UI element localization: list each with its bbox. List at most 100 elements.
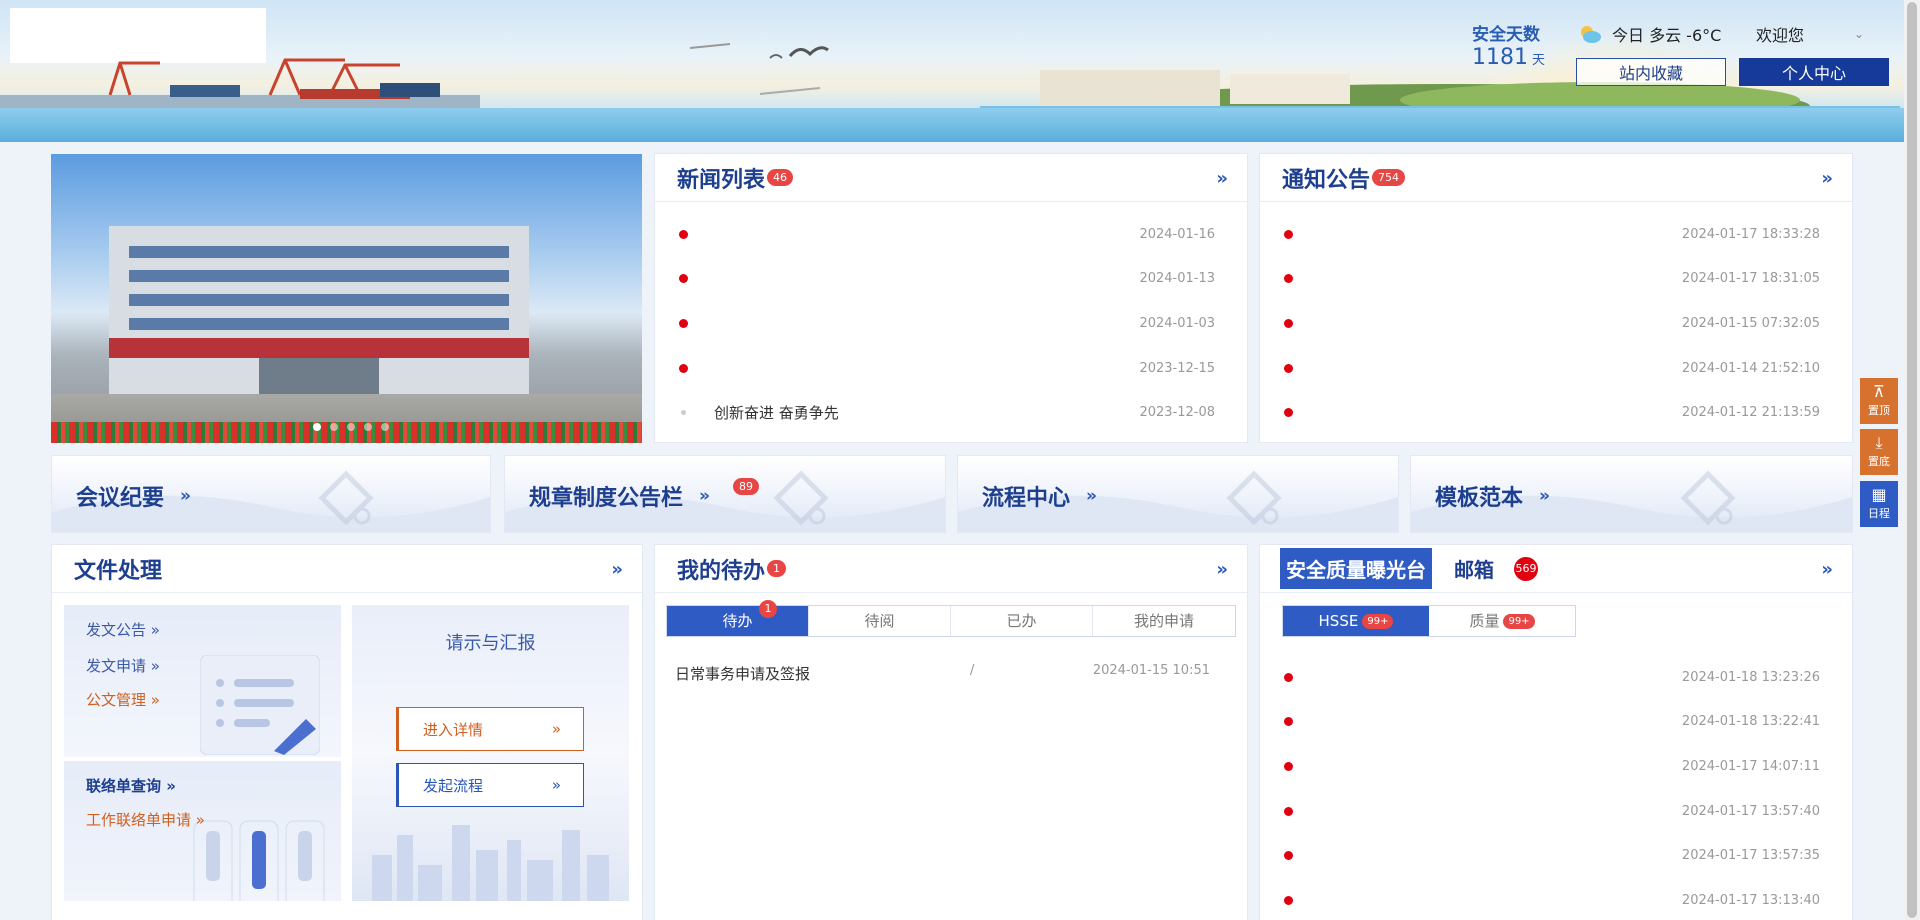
enter-detail-button[interactable]: 进入详情»	[396, 707, 584, 751]
list-item[interactable]: 2024-01-17 18:33:28	[1260, 212, 1852, 257]
todo-item-sender: /	[970, 663, 975, 678]
quality-item-date: 2024-01-17 14:07:11	[1681, 758, 1820, 774]
mailbox-count-badge: 569	[1514, 556, 1538, 581]
issue-notice-link[interactable]: 发文公告 »	[86, 619, 160, 640]
list-item[interactable]: 2023-12-15	[655, 346, 1247, 391]
double-chevron-right-icon: »	[1539, 486, 1550, 506]
list-item[interactable]: 2024-01-17 18:31:05	[1260, 257, 1852, 302]
contact-query-link[interactable]: 联络单查询 »	[86, 775, 176, 796]
news-item-title: 创新奋进 奋勇争先	[714, 404, 839, 423]
carousel-dot[interactable]	[330, 423, 338, 431]
todo-item-date: 2024-01-15 10:51	[1092, 663, 1210, 678]
notice-title[interactable]: 通知公告	[1282, 162, 1370, 194]
quality-item-date: 2024-01-17 13:13:40	[1681, 892, 1820, 908]
file-more-icon[interactable]: »	[611, 559, 623, 580]
list-item[interactable]: 2024-01-16	[655, 212, 1247, 257]
start-process-button[interactable]: 发起流程»	[396, 763, 584, 807]
issue-apply-link[interactable]: 发文申请 »	[86, 655, 160, 676]
list-item[interactable]: 2024-01-15 07:32:05	[1260, 301, 1852, 346]
tab-done[interactable]: 已办	[951, 606, 1093, 636]
bullet-icon	[1284, 229, 1293, 239]
water-band	[0, 108, 1904, 142]
quality-subtabs: HSSE 99+ 质量 99+	[1282, 605, 1576, 637]
table-row[interactable]: 日常事务申请及签报 / 2024-01-15 10:51	[675, 663, 1210, 684]
list-item[interactable]: 2024-01-14 21:52:10	[1260, 346, 1852, 391]
scrollbar[interactable]	[1904, 0, 1920, 920]
news-card: 新闻列表 46 » 2024-01-16 2024-01-13 2024-01-…	[654, 153, 1248, 443]
rules-banner[interactable]: 规章制度公告栏 » 89	[504, 455, 946, 533]
bullet-icon	[1284, 895, 1293, 905]
bullet-icon	[679, 318, 688, 328]
bullet-icon	[1284, 717, 1293, 727]
quality-item-date: 2024-01-17 13:57:40	[1681, 803, 1820, 819]
welcome-text: 欢迎您	[1756, 26, 1805, 45]
document-manage-link[interactable]: 公文管理 »	[86, 689, 160, 710]
arrow-to-top-icon: ⊼	[1873, 382, 1885, 401]
tab-quality-exposure[interactable]: 安全质量曝光台	[1280, 548, 1432, 589]
list-item[interactable]: 2024-01-18 13:22:41	[1260, 700, 1852, 745]
list-item[interactable]: 2024-01-17 13:13:40	[1260, 878, 1852, 920]
port-cranes-illustration	[0, 58, 480, 111]
scroll-top-button[interactable]: ⊼ 置顶	[1860, 378, 1898, 424]
todo-more-icon[interactable]: »	[1216, 559, 1228, 580]
double-chevron-right-icon: »	[150, 691, 160, 709]
news-title[interactable]: 新闻列表	[677, 162, 765, 194]
rules-count-badge: 89	[733, 478, 759, 495]
template-banner[interactable]: 模板范本 »	[1410, 455, 1853, 533]
contact-apply-link[interactable]: 工作联络单申请 »	[86, 809, 205, 830]
scrollbar-thumb[interactable]	[1907, 2, 1917, 918]
personal-center-button[interactable]: 个人中心	[1739, 58, 1889, 86]
list-item[interactable]: 2024-01-03	[655, 301, 1247, 346]
notice-item-date: 2024-01-15 07:32:05	[1681, 315, 1820, 331]
tab-quality[interactable]: 质量 99+	[1429, 606, 1575, 636]
calendar-button[interactable]: ▦ 日程	[1860, 481, 1898, 527]
bullet-icon	[1284, 318, 1293, 328]
notice-count-badge: 754	[1372, 169, 1406, 186]
tab-mailbox[interactable]: 邮箱	[1454, 554, 1494, 583]
list-item[interactable]: 2024-01-13	[655, 257, 1247, 302]
carousel-dot[interactable]	[364, 423, 372, 431]
tab-pending[interactable]: 待办 1	[667, 600, 809, 636]
notice-item-date: 2024-01-17 18:31:05	[1681, 271, 1820, 287]
list-item[interactable]: 2024-01-17 13:57:35	[1260, 833, 1852, 878]
meeting-minutes-banner[interactable]: 会议纪要 »	[51, 455, 491, 533]
list-item[interactable]: 2024-01-17 13:57:40	[1260, 789, 1852, 834]
news-item-date: 2024-01-13	[1139, 271, 1215, 287]
partly-cloudy-icon	[1578, 24, 1602, 44]
file-processing-title[interactable]: 文件处理	[74, 553, 162, 585]
carousel-dot[interactable]	[381, 423, 389, 431]
carousel-dot[interactable]	[313, 423, 321, 431]
bullet-icon	[681, 410, 686, 416]
tab-hsse[interactable]: HSSE 99+	[1283, 606, 1429, 636]
tab-my-applications[interactable]: 我的申请	[1093, 606, 1235, 636]
photo-carousel[interactable]	[51, 154, 642, 443]
todo-title[interactable]: 我的待办	[677, 553, 765, 585]
list-item[interactable]: 2024-01-12 21:13:59	[1260, 390, 1852, 435]
notice-item-date: 2024-01-17 18:33:28	[1681, 226, 1820, 242]
diamond-gear-icon	[318, 470, 374, 526]
tab-to-read[interactable]: 待阅	[809, 606, 951, 636]
process-center-banner[interactable]: 流程中心 »	[957, 455, 1399, 533]
notice-header: 通知公告 754 »	[1260, 154, 1852, 202]
quality-item-date: 2024-01-18 13:23:26	[1681, 669, 1820, 685]
carousel-dot[interactable]	[347, 423, 355, 431]
scroll-bottom-button[interactable]: ⤓ 置底	[1860, 429, 1898, 475]
news-more-icon[interactable]: »	[1216, 168, 1228, 189]
quality-more-icon[interactable]: »	[1821, 559, 1833, 580]
notice-more-icon[interactable]: »	[1821, 168, 1833, 189]
quality-card: 安全质量曝光台 邮箱 569 » HSSE 99+ 质量 99+ 2024-01-1…	[1259, 544, 1853, 920]
user-menu[interactable]: 欢迎您 ⌄	[1756, 22, 1864, 46]
document-links-panel: 发文公告 » 发文申请 » 公文管理 »	[64, 605, 341, 757]
report-panel: 请示与汇报 进入详情» 发起流程»	[352, 605, 629, 901]
list-item[interactable]: 2024-01-18 13:23:26	[1260, 655, 1852, 700]
diamond-gear-icon	[1680, 470, 1736, 526]
diamond-gear-icon	[1226, 470, 1282, 526]
bullet-icon	[1284, 806, 1293, 816]
favorites-button[interactable]: 站内收藏	[1576, 58, 1726, 86]
todo-card: 我的待办 1 » 待办 1 待阅 已办 我的申请 日常事务申请及签报 / 2024…	[654, 544, 1248, 920]
list-item[interactable]: 2024-01-17 14:07:11	[1260, 744, 1852, 789]
double-chevron-right-icon: »	[699, 486, 710, 506]
list-item[interactable]: 创新奋进 奋勇争先 2023-12-08	[655, 390, 1247, 435]
double-chevron-right-icon: »	[551, 720, 561, 738]
carousel-dots[interactable]	[313, 423, 389, 431]
